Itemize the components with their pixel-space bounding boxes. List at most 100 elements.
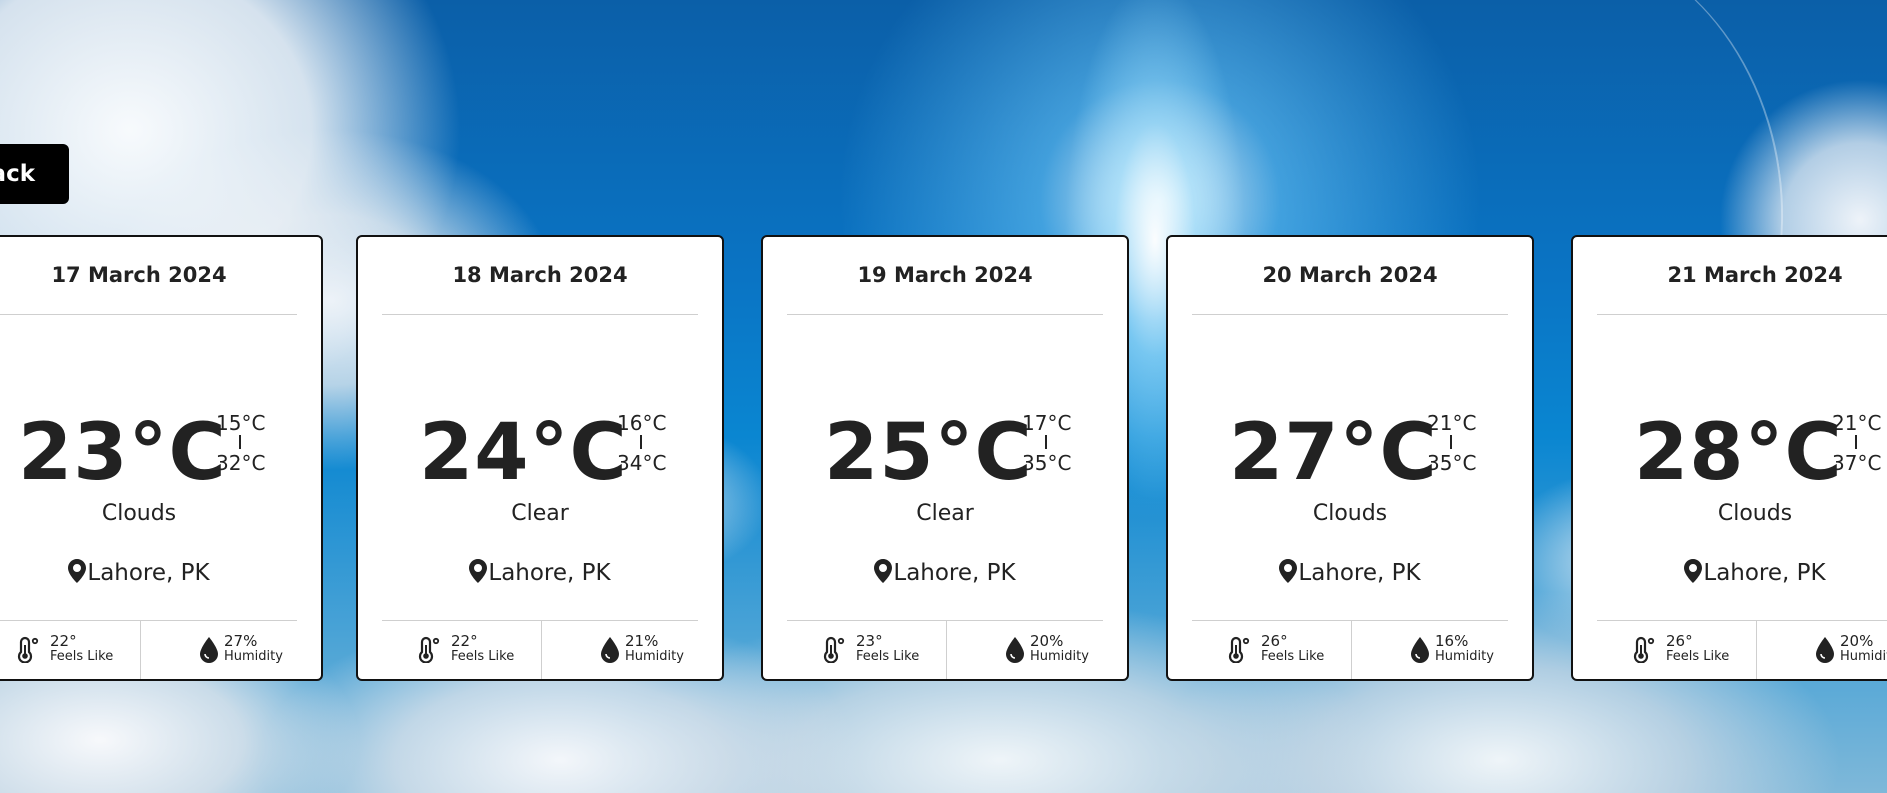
max-temperature: 32°C: [216, 451, 266, 475]
thermometer-icon: [17, 636, 39, 663]
humidity-stat: 20% Humidity: [947, 632, 1127, 667]
location: Lahore, PK: [1573, 559, 1887, 586]
humidity-stat: 16% Humidity: [1352, 632, 1532, 667]
humidity-stat: 27% Humidity: [141, 632, 321, 667]
min-temperature: 15°C: [216, 411, 266, 435]
water-drop-icon: [1006, 636, 1024, 663]
humidity-label: Humidity: [1435, 649, 1494, 664]
feels-like-stat: 22° Feels Like: [358, 633, 541, 667]
feels-like-stat: 22° Feels Like: [0, 633, 140, 667]
feels-like-label: Feels Like: [1666, 649, 1730, 664]
temperature-block: 24°C 16°C 34°C: [358, 405, 722, 501]
forecast-cards-row: 17 March 2024 23°C 15°C 32°C Clouds Laho…: [0, 0, 1887, 793]
max-temperature: 35°C: [1427, 451, 1477, 475]
weather-condition: Clear: [511, 501, 569, 526]
map-pin-icon: [874, 559, 893, 583]
thermometer-icon: [418, 636, 440, 663]
humidity-value: 16%: [1435, 632, 1469, 650]
temperature-block: 27°C 21°C 35°C: [1168, 405, 1532, 501]
location-name: Lahore, PK: [488, 560, 611, 586]
location-name: Lahore, PK: [893, 560, 1016, 586]
min-temperature: 21°C: [1832, 411, 1882, 435]
max-temperature: 37°C: [1832, 451, 1882, 475]
water-drop-icon: [601, 636, 619, 663]
forecast-card: 17 March 2024 23°C 15°C 32°C Clouds Laho…: [0, 235, 323, 681]
temperature-range: 21°C 35°C: [1427, 411, 1477, 475]
range-separator: [1450, 435, 1452, 449]
humidity-value: 20%: [1840, 632, 1874, 650]
current-temperature: 28°C: [1634, 408, 1843, 498]
thermometer-icon: [1228, 636, 1250, 663]
water-drop-icon: [1816, 636, 1834, 663]
temperature-block: 23°C 15°C 32°C: [0, 405, 321, 501]
forecast-card: 18 March 2024 24°C 16°C 34°C Clear Lahor…: [356, 235, 724, 681]
forecast-card: 20 March 2024 27°C 21°C 35°C Clouds Laho…: [1166, 235, 1534, 681]
range-separator: [640, 435, 642, 449]
range-separator: [1855, 435, 1857, 449]
temperature-range: 21°C 37°C: [1832, 411, 1882, 475]
humidity-value: 21%: [625, 632, 659, 650]
location: Lahore, PK: [763, 559, 1127, 586]
temperature-range: 17°C 35°C: [1022, 411, 1072, 475]
current-temperature: 27°C: [1229, 408, 1438, 498]
map-pin-icon: [1279, 559, 1298, 583]
humidity-stat: 20% Humidity: [1757, 633, 1887, 667]
feels-like-value: 22°: [50, 632, 77, 650]
location-name: Lahore, PK: [1298, 560, 1421, 586]
current-temperature: 25°C: [824, 408, 1033, 498]
feels-like-label: Feels Like: [1261, 649, 1325, 664]
humidity-value: 27%: [224, 632, 258, 650]
min-temperature: 17°C: [1022, 411, 1072, 435]
card-divider: [382, 314, 698, 315]
card-divider: [0, 314, 297, 315]
max-temperature: 35°C: [1022, 451, 1072, 475]
feels-like-value: 26°: [1261, 632, 1288, 650]
weather-condition: Clouds: [1717, 501, 1793, 526]
thermometer-icon: [1633, 636, 1655, 663]
location: Lahore, PK: [1168, 559, 1532, 586]
card-divider: [1192, 314, 1508, 315]
footer-divider: [1597, 620, 1887, 621]
location-name: Lahore, PK: [87, 560, 210, 586]
forecast-card: 21 March 2024 28°C 21°C 37°C Clouds Laho…: [1571, 235, 1887, 681]
location: Lahore, PK: [358, 559, 722, 586]
temperature-block: 28°C 21°C 37°C: [1573, 405, 1887, 501]
card-date: 17 March 2024: [51, 263, 227, 287]
card-divider: [1597, 314, 1887, 315]
temperature-block: 25°C 17°C 35°C: [763, 405, 1127, 501]
water-drop-icon: [200, 636, 218, 663]
feels-like-stat: 23° Feels Like: [763, 633, 946, 667]
range-separator: [239, 435, 241, 449]
footer-divider: [787, 620, 1103, 621]
weather-condition: Clouds: [1312, 501, 1388, 526]
min-temperature: 16°C: [617, 411, 667, 435]
card-date: 21 March 2024: [1667, 263, 1843, 287]
humidity-label: Humidity: [1840, 649, 1887, 664]
card-date: 19 March 2024: [857, 263, 1033, 287]
location: Lahore, PK: [0, 559, 321, 586]
forecast-card: 19 March 2024 25°C 17°C 35°C Clear Lahor…: [761, 235, 1129, 681]
feels-like-value: 26°: [1666, 632, 1693, 650]
card-date: 18 March 2024: [452, 263, 628, 287]
weather-condition: Clear: [916, 501, 974, 526]
humidity-label: Humidity: [224, 649, 283, 664]
map-pin-icon: [1684, 559, 1703, 583]
temperature-range: 16°C 34°C: [617, 411, 667, 475]
feels-like-stat: 26° Feels Like: [1168, 633, 1351, 667]
feels-like-label: Feels Like: [856, 649, 920, 664]
feels-like-stat: 26° Feels Like: [1573, 633, 1756, 667]
map-pin-icon: [469, 559, 488, 583]
card-date: 20 March 2024: [1262, 263, 1438, 287]
temperature-range: 15°C 32°C: [216, 411, 266, 475]
thermometer-icon: [823, 636, 845, 663]
range-separator: [1045, 435, 1047, 449]
humidity-value: 20%: [1030, 632, 1064, 650]
current-temperature: 24°C: [419, 408, 628, 498]
feels-like-label: Feels Like: [451, 649, 515, 664]
footer-divider: [382, 620, 698, 621]
water-drop-icon: [1411, 636, 1429, 663]
footer-divider: [0, 620, 297, 621]
footer-divider: [1192, 620, 1508, 621]
max-temperature: 34°C: [617, 451, 667, 475]
feels-like-value: 22°: [451, 632, 478, 650]
